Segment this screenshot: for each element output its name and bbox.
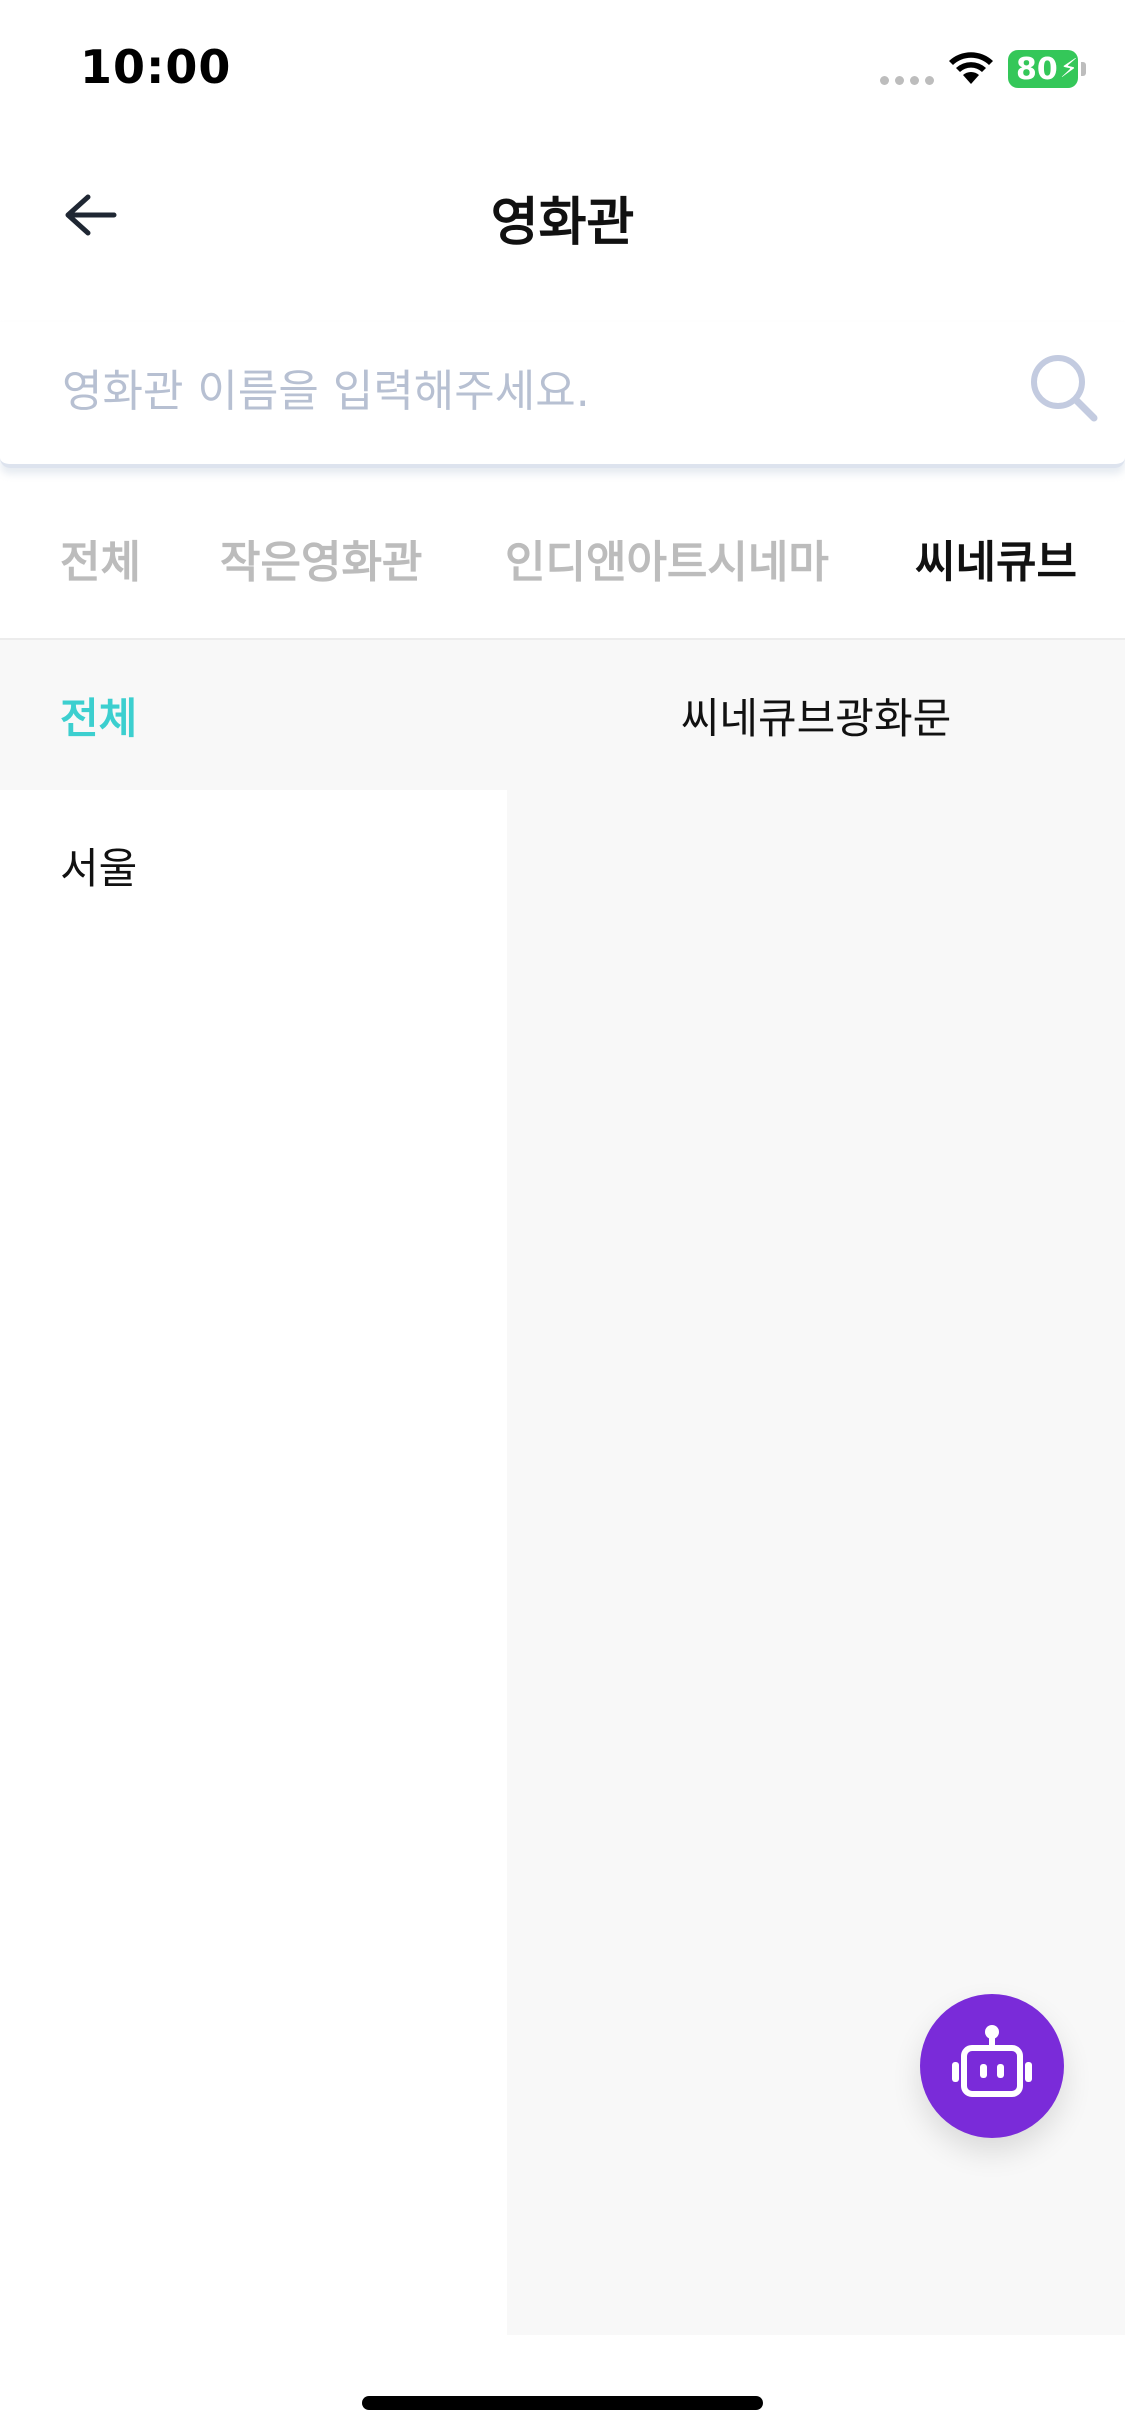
header: 영화관 — [0, 140, 1125, 290]
status-time: 10:00 — [80, 40, 232, 94]
search-bar — [0, 322, 1125, 468]
home-indicator — [362, 2396, 763, 2410]
tab-indie-art-cinema[interactable]: 인디앤아트시네마 — [505, 526, 829, 590]
page-title: 영화관 — [490, 193, 635, 253]
category-tabs: 전체 작은영화관 인디앤아트시네마 씨네큐브 — [0, 490, 1125, 640]
region-list: 전체 서울 — [0, 640, 507, 2335]
region-list-background — [0, 940, 507, 2335]
robot-icon — [952, 2025, 1032, 2097]
region-item-all[interactable]: 전체 — [0, 640, 507, 790]
battery-icon: 80 ⚡ — [1008, 50, 1086, 88]
chatbot-button[interactable] — [920, 1994, 1064, 2138]
theater-item[interactable]: 씨네큐브광화문 — [507, 640, 1125, 790]
region-item-seoul[interactable]: 서울 — [0, 790, 507, 940]
tab-cinecube[interactable]: 씨네큐브 — [915, 526, 1077, 590]
search-input[interactable] — [60, 350, 1004, 432]
status-bar: 10:00 80 ⚡ — [0, 0, 1125, 140]
tab-all[interactable]: 전체 — [60, 526, 141, 590]
tab-small-cinema[interactable]: 작은영화관 — [220, 526, 422, 590]
screen: 10:00 80⚡ 영화관 전체 작은영화관 인디앤아트 — [0, 0, 1125, 2436]
wifi-icon — [949, 52, 993, 84]
battery-level: 80 — [1016, 51, 1058, 87]
search-icon[interactable] — [1024, 348, 1104, 428]
cellular-signal-icon — [880, 76, 936, 86]
